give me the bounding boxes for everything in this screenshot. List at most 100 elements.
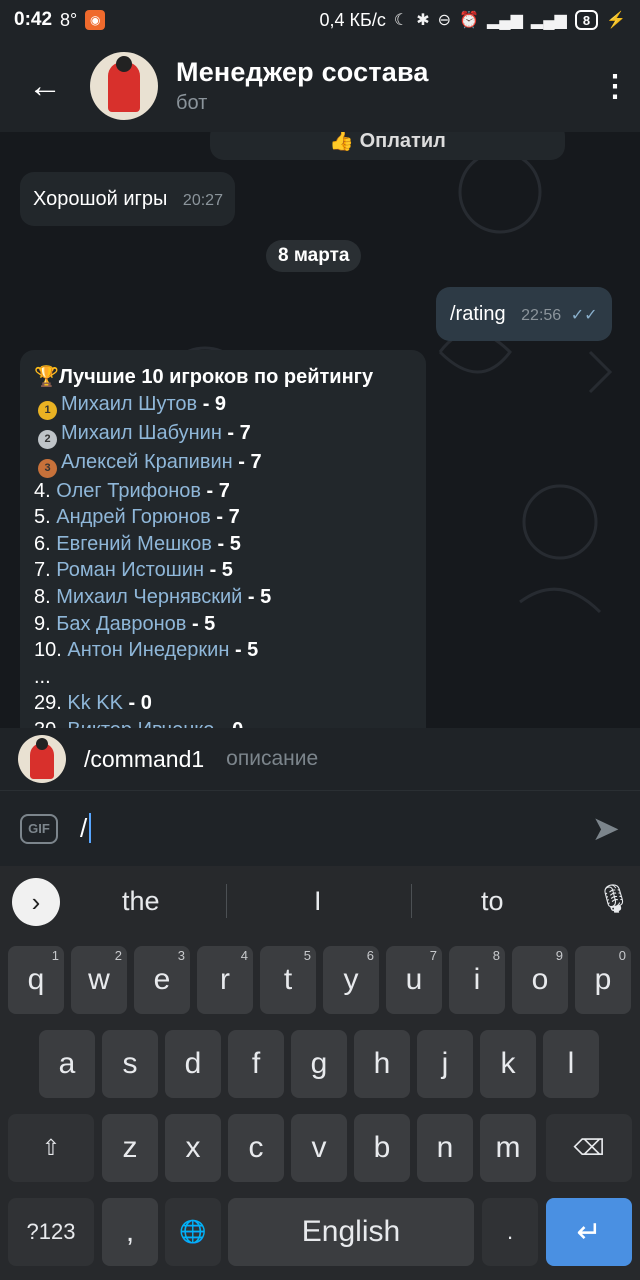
player-score: - 5 <box>186 612 216 635</box>
key-v[interactable]: v <box>291 1114 347 1182</box>
key-m[interactable]: m <box>480 1114 536 1182</box>
key-j[interactable]: j <box>417 1030 473 1098</box>
key-g[interactable]: g <box>291 1030 347 1098</box>
player-score: - 5 <box>242 585 272 608</box>
microphone-icon[interactable]: 🎙 <box>596 882 632 915</box>
suggestion-1[interactable]: the <box>122 886 160 917</box>
key-q[interactable]: q1 <box>8 946 64 1014</box>
key-r[interactable]: r4 <box>197 946 253 1014</box>
message-text: Хорошой игры <box>33 188 168 210</box>
command-name: /command1 <box>84 745 205 772</box>
player-score: - 7 <box>201 479 230 502</box>
period-key[interactable]: . <box>482 1198 538 1266</box>
rating-rank: 8. <box>34 585 57 608</box>
more-menu-icon[interactable]: ⋮ <box>590 69 640 104</box>
moon-icon: ☾ <box>393 12 409 29</box>
player-link[interactable]: Олег Трифонов <box>56 480 201 502</box>
chat-title: Менеджер состава <box>176 57 429 87</box>
message-input-bar: GIF / ➤ <box>0 790 640 866</box>
suggestion-3[interactable]: to <box>481 886 504 917</box>
key-w[interactable]: w2 <box>71 946 127 1014</box>
backspace-icon: ⌫ <box>573 1135 605 1160</box>
rating-message[interactable]: 🏆Лучшие 10 игроков по рейтингу 1 Михаил Ш… <box>20 350 426 728</box>
symbols-key[interactable]: ?123 <box>8 1198 94 1266</box>
rating-row: 6. Евгений Мешков - 5 <box>34 531 412 558</box>
key-e[interactable]: e3 <box>134 946 190 1014</box>
enter-key[interactable]: ↵ <box>546 1198 632 1266</box>
player-link[interactable]: Виктор Ивченко <box>67 719 214 728</box>
player-link[interactable]: Михаил Шабунин <box>61 422 222 444</box>
message-out[interactable]: /rating 22:56 ✓✓ <box>436 287 612 341</box>
backspace-key[interactable]: ⌫ <box>546 1114 632 1182</box>
chevron-right-icon[interactable]: › <box>12 878 60 926</box>
key-n[interactable]: n <box>417 1114 473 1182</box>
chat-subtitle: бот <box>176 92 208 114</box>
signal-icon: ▂▄▆ <box>486 12 523 29</box>
command-description: описание <box>226 747 319 770</box>
player-link[interactable]: Михаил Чернявский <box>56 586 242 608</box>
player-link[interactable]: Евгений Мешков <box>56 533 212 555</box>
rating-rank: 9. <box>34 612 57 635</box>
status-time: 0:42 <box>14 9 53 30</box>
thumbs-up-icon: 👍 <box>329 132 355 152</box>
message-in[interactable]: Хорошой игры 20:27 <box>20 172 235 226</box>
key-f[interactable]: f <box>228 1030 284 1098</box>
player-score: - 9 <box>197 392 227 415</box>
key-l[interactable]: l <box>543 1030 599 1098</box>
enter-icon: ↵ <box>576 1215 602 1249</box>
player-link[interactable]: Андрей Горюнов <box>56 506 211 528</box>
rating-row: 9. Бах Давронов - 5 <box>34 611 412 638</box>
player-score: - 5 <box>204 559 233 582</box>
player-link[interactable]: Kk KK <box>67 692 123 714</box>
key-a[interactable]: a <box>39 1030 95 1098</box>
key-c[interactable]: c <box>228 1114 284 1182</box>
shift-icon: ⇧ <box>41 1135 61 1160</box>
rating-rank: 6. <box>34 532 57 555</box>
key-b[interactable]: b <box>354 1114 410 1182</box>
charging-icon: ⚡ <box>606 12 626 29</box>
rating-rank: ... <box>34 665 51 688</box>
bot-avatar[interactable] <box>90 52 158 120</box>
chat-title-block[interactable]: Менеджер состава бот <box>176 57 590 115</box>
rating-row: 4. Олег Трифонов - 7 <box>34 478 412 505</box>
key-u[interactable]: u7 <box>386 946 442 1014</box>
space-key[interactable]: English <box>228 1198 474 1266</box>
key-p[interactable]: p0 <box>575 946 631 1014</box>
player-score: - 5 <box>211 532 241 555</box>
player-link[interactable]: Бах Давронов <box>56 613 186 635</box>
player-link[interactable]: Михаил Шутов <box>61 393 197 415</box>
language-key[interactable]: 🌐 <box>165 1198 221 1266</box>
key-z[interactable]: z <box>102 1114 158 1182</box>
key-i[interactable]: i8 <box>449 946 505 1014</box>
player-link[interactable]: Алексей Крапивин <box>61 451 233 473</box>
comma-key[interactable]: , <box>102 1198 158 1266</box>
player-score: - 0 <box>122 692 152 715</box>
key-s[interactable]: s <box>102 1030 158 1098</box>
key-x[interactable]: x <box>165 1114 221 1182</box>
back-arrow-icon[interactable]: ← <box>0 67 90 106</box>
key-h[interactable]: h <box>354 1030 410 1098</box>
suggestion-2[interactable]: I <box>314 886 322 917</box>
rating-rank: 5. <box>34 506 57 529</box>
network-speed: 0,4 КБ/с <box>319 9 386 30</box>
send-icon[interactable]: ➤ <box>592 809 621 849</box>
rating-list: 1 Михаил Шутов - 9 2 Михаил Шабунин - 7 3 Але… <box>34 391 412 728</box>
chat-area[interactable]: 👍 Оплатил Хорошой игры 20:27 8 марта /ra… <box>0 132 640 728</box>
key-o[interactable]: o9 <box>512 946 568 1014</box>
partial-message[interactable]: 👍 Оплатил <box>210 132 565 160</box>
key-k[interactable]: k <box>480 1030 536 1098</box>
key-y[interactable]: y6 <box>323 946 379 1014</box>
gold-medal-icon: 1 <box>38 400 57 420</box>
key-d[interactable]: d <box>165 1030 221 1098</box>
player-link[interactable]: Роман Истошин <box>56 559 204 581</box>
key-t[interactable]: t5 <box>260 946 316 1014</box>
gif-button[interactable]: GIF <box>20 813 58 844</box>
message-input[interactable]: / <box>80 813 592 844</box>
rating-row: 3 Алексей Крапивин - 7 <box>34 449 412 478</box>
player-link[interactable]: Антон Инедеркин <box>67 639 229 661</box>
command-suggestion[interactable]: /command1 описание <box>0 728 640 790</box>
toggle-icon: ⊖ <box>437 12 452 29</box>
shift-key[interactable]: ⇧ <box>8 1114 94 1182</box>
alarm-icon: ⏰ <box>459 12 479 29</box>
rating-heading: 🏆Лучшие 10 игроков по рейтингу <box>34 366 374 388</box>
